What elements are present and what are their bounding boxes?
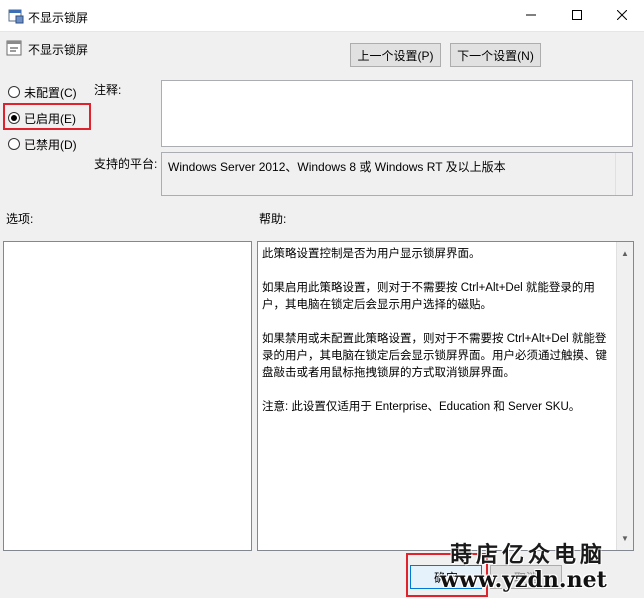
help-paragraph: 如果启用此策略设置，则对于不需要按 Ctrl+Alt+Del 就能登录的用户，其… [262, 282, 595, 311]
maximize-button[interactable] [554, 0, 600, 32]
next-setting-button[interactable]: 下一个设置(N) [450, 43, 541, 67]
watermark-brand: 蒔店亿众电脑 [450, 542, 607, 568]
highlight-box-enabled [3, 103, 91, 130]
help-label: 帮助: [259, 212, 287, 226]
radio-disabled[interactable]: 已禁用(D) [8, 135, 77, 153]
platform-value: Windows Server 2012、Windows 8 或 Windows … [168, 160, 506, 174]
minimize-button[interactable] [508, 0, 554, 32]
close-icon [616, 9, 628, 23]
setting-icon [6, 40, 22, 56]
radio-circle[interactable] [8, 138, 20, 150]
maximize-icon [572, 9, 582, 23]
title-bar: 不显示锁屏 [0, 0, 644, 32]
options-pane [3, 241, 252, 551]
help-paragraph: 注意: 此设置仅适用于 Enterprise、Education 和 Serve… [262, 401, 581, 413]
help-scrollbar[interactable]: ▲ ▼ [616, 242, 633, 550]
help-paragraph: 如果禁用或未配置此策略设置，则对于不需要按 Ctrl+Alt+Del 就能登录的… [262, 333, 607, 379]
setting-name: 不显示锁屏 [28, 43, 89, 57]
help-pane: 此策略设置控制是否为用户显示锁屏界面。 如果启用此策略设置，则对于不需要按 Ct… [257, 241, 634, 551]
watermark-url: www.yzdn.net [440, 567, 607, 593]
radio-label: 已禁用(D) [24, 137, 77, 152]
platform-scrollbar[interactable] [615, 153, 632, 195]
policy-icon [8, 8, 24, 24]
close-button[interactable] [600, 0, 644, 32]
platform-label: 支持的平台: [94, 157, 158, 171]
minimize-icon [526, 9, 536, 23]
comment-label: 注释: [94, 83, 122, 97]
radio-circle[interactable] [8, 86, 20, 98]
options-label: 选项: [6, 212, 34, 226]
radio-label: 未配置(C) [24, 85, 77, 100]
watermark: 蒔店亿众电脑 www.yzdn.net [440, 537, 644, 598]
comment-textarea[interactable] [161, 80, 633, 147]
previous-setting-button[interactable]: 上一个设置(P) [350, 43, 441, 67]
radio-not-configured[interactable]: 未配置(C) [8, 83, 77, 101]
help-paragraph: 此策略设置控制是否为用户显示锁屏界面。 [262, 248, 481, 260]
platform-field: Windows Server 2012、Windows 8 或 Windows … [161, 152, 633, 196]
window-title: 不显示锁屏 [28, 11, 89, 25]
scroll-up-icon[interactable]: ▲ [621, 245, 629, 262]
